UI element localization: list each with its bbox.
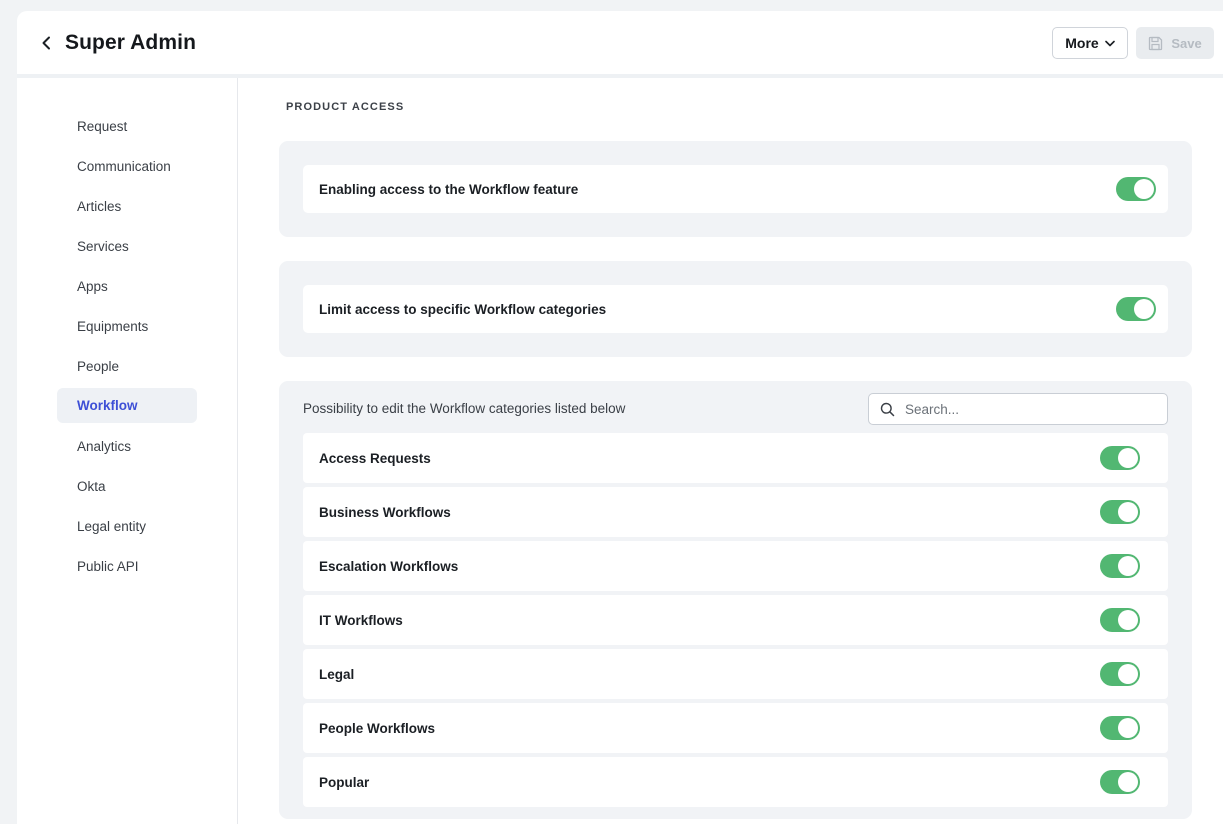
category-label: Access Requests bbox=[319, 450, 431, 466]
sidebar-item-communication[interactable]: Communication bbox=[57, 149, 197, 184]
sidebar-item-label: Okta bbox=[77, 479, 106, 494]
chevron-down-icon bbox=[1104, 40, 1115, 46]
sidebar-item-workflow[interactable]: Workflow bbox=[57, 388, 197, 423]
sidebar-item-public-api[interactable]: Public API bbox=[57, 549, 197, 584]
category-row-access-requests: Access Requests bbox=[303, 433, 1168, 483]
search-icon bbox=[869, 394, 905, 424]
sidebar-item-equipments[interactable]: Equipments bbox=[57, 309, 197, 344]
sidebar-nav: Request Communication Articles Services … bbox=[17, 78, 238, 824]
page-title: Super Admin bbox=[65, 31, 196, 54]
more-button-label: More bbox=[1065, 35, 1099, 51]
toggle-knob bbox=[1118, 556, 1138, 576]
setting-label: Limit access to specific Workflow catego… bbox=[319, 301, 607, 317]
sidebar-item-articles[interactable]: Articles bbox=[57, 189, 197, 224]
sidebar-item-label: Communication bbox=[77, 159, 171, 174]
section-title: PRODUCT ACCESS bbox=[286, 101, 405, 113]
save-button[interactable]: Save bbox=[1136, 27, 1214, 59]
sidebar-item-label: Articles bbox=[77, 199, 122, 214]
back-button[interactable] bbox=[37, 32, 57, 54]
sidebar-item-label: Workflow bbox=[77, 398, 138, 413]
save-button-label: Save bbox=[1171, 35, 1202, 51]
category-label: Escalation Workflows bbox=[319, 558, 459, 574]
setting-label: Enabling access to the Workflow feature bbox=[319, 181, 579, 197]
sidebar-item-okta[interactable]: Okta bbox=[57, 469, 197, 504]
toggle-knob bbox=[1118, 772, 1138, 792]
category-label: Popular bbox=[319, 774, 370, 790]
save-disk-icon bbox=[1149, 36, 1163, 50]
sidebar-item-label: Request bbox=[77, 119, 128, 134]
category-label: Business Workflows bbox=[319, 504, 451, 520]
setting-panel-workflow-access: Enabling access to the Workflow feature bbox=[279, 141, 1192, 237]
sidebar-item-label: Services bbox=[77, 239, 129, 254]
categories-panel: Possibility to edit the Workflow categor… bbox=[279, 381, 1192, 819]
category-toggle[interactable] bbox=[1100, 608, 1140, 632]
setting-panel-limit-categories: Limit access to specific Workflow catego… bbox=[279, 261, 1192, 357]
category-toggle[interactable] bbox=[1100, 770, 1140, 794]
sidebar-item-label: People bbox=[77, 359, 120, 374]
sidebar-item-services[interactable]: Services bbox=[57, 229, 197, 264]
category-row-escalation-workflows: Escalation Workflows bbox=[303, 541, 1168, 591]
sidebar-item-apps[interactable]: Apps bbox=[57, 269, 197, 304]
category-row-business-workflows: Business Workflows bbox=[303, 487, 1168, 537]
sidebar-item-people[interactable]: People bbox=[57, 349, 197, 384]
toggle-knob bbox=[1134, 179, 1154, 199]
category-toggle[interactable] bbox=[1100, 554, 1140, 578]
page-header: Super Admin More Save bbox=[17, 11, 1223, 76]
setting-row: Limit access to specific Workflow catego… bbox=[303, 285, 1168, 333]
sidebar-item-legal-entity[interactable]: Legal entity bbox=[57, 509, 197, 544]
sidebar-item-request[interactable]: Request bbox=[57, 109, 197, 144]
sidebar-item-label: Analytics bbox=[77, 439, 132, 454]
category-label: Legal bbox=[319, 666, 355, 682]
category-toggle[interactable] bbox=[1100, 716, 1140, 740]
category-search[interactable] bbox=[868, 393, 1168, 425]
category-toggle[interactable] bbox=[1100, 500, 1140, 524]
toggle-knob bbox=[1118, 664, 1138, 684]
workflow-access-toggle[interactable] bbox=[1116, 177, 1156, 201]
sidebar-item-analytics[interactable]: Analytics bbox=[57, 429, 197, 464]
category-row-legal: Legal bbox=[303, 649, 1168, 699]
sidebar-item-label: Legal entity bbox=[77, 519, 147, 534]
category-label: People Workflows bbox=[319, 720, 436, 736]
chevron-left-icon bbox=[42, 36, 50, 50]
category-toggle[interactable] bbox=[1100, 662, 1140, 686]
categories-caption: Possibility to edit the Workflow categor… bbox=[303, 401, 626, 416]
toggle-knob bbox=[1118, 448, 1138, 468]
sidebar-item-label: Public API bbox=[77, 559, 139, 574]
setting-row: Enabling access to the Workflow feature bbox=[303, 165, 1168, 213]
toggle-knob bbox=[1134, 299, 1154, 319]
category-row-people-workflows: People Workflows bbox=[303, 703, 1168, 753]
limit-categories-toggle[interactable] bbox=[1116, 297, 1156, 321]
category-row-it-workflows: IT Workflows bbox=[303, 595, 1168, 645]
toggle-knob bbox=[1118, 610, 1138, 630]
more-button[interactable]: More bbox=[1052, 27, 1128, 59]
toggle-knob bbox=[1118, 502, 1138, 522]
app-window: Super Admin More Save Request Communicat… bbox=[17, 11, 1223, 824]
search-input[interactable] bbox=[905, 401, 1155, 417]
category-toggle[interactable] bbox=[1100, 446, 1140, 470]
category-label: IT Workflows bbox=[319, 612, 403, 628]
sidebar-item-label: Apps bbox=[77, 279, 108, 294]
toggle-knob bbox=[1118, 718, 1138, 738]
category-row-popular: Popular bbox=[303, 757, 1168, 807]
sidebar-item-label: Equipments bbox=[77, 319, 149, 334]
